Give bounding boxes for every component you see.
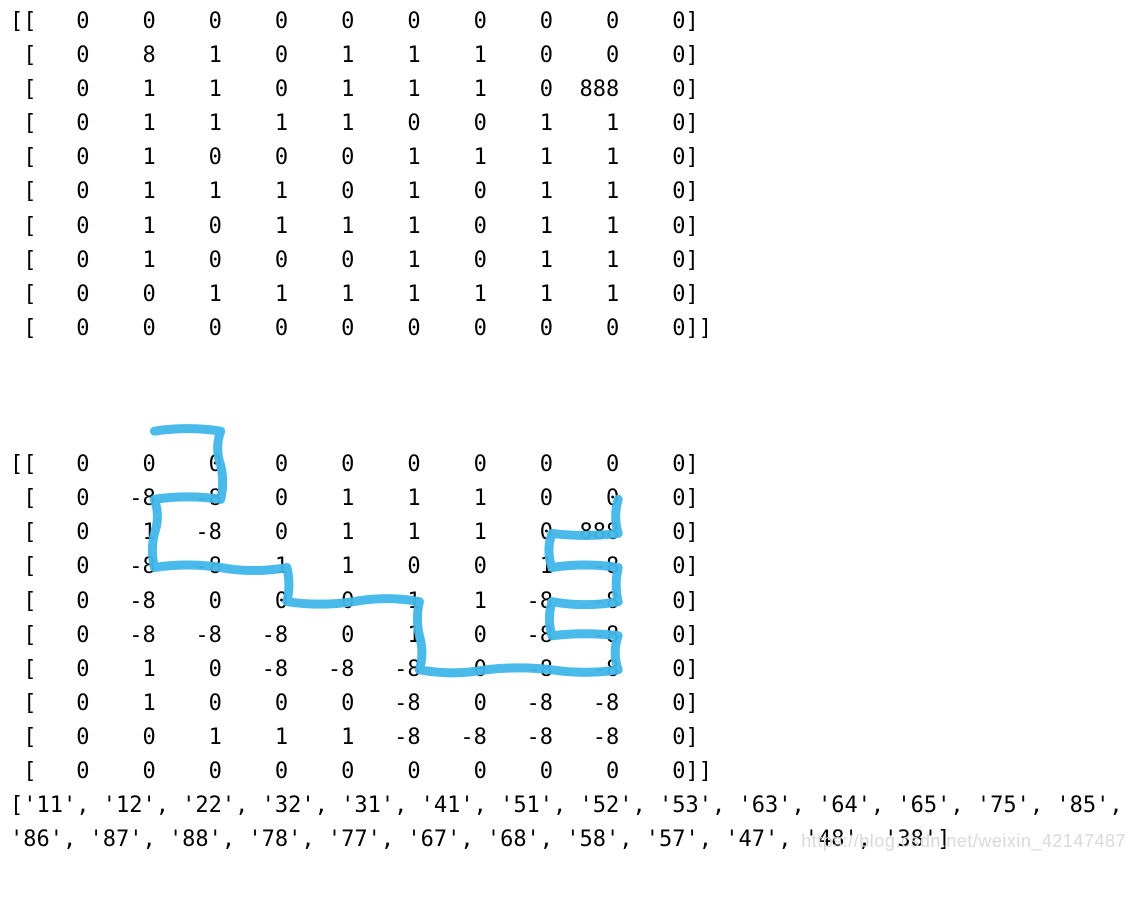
matrix-row: [ 0 1 1 1 1 0 0 1 1 0] — [10, 107, 1134, 141]
matrix-row: [ 0 1 0 1 1 1 0 1 1 0] — [10, 210, 1134, 244]
matrix-row: [ 0 1 0 0 0 1 0 1 1 0] — [10, 244, 1134, 278]
matrix-row: [[ 0 0 0 0 0 0 0 0 0 0] — [10, 5, 1134, 39]
matrix-1-output: [[ 0 0 0 0 0 0 0 0 0 0] [ 0 8 1 0 1 1 1 … — [10, 5, 1134, 346]
matrix-row: [ 0 1 0 -8 -8 -8 0 -8 -8 0] — [10, 653, 1134, 687]
matrix-row: [ 0 1 -8 0 1 1 1 0 888 0] — [10, 516, 1134, 550]
matrix-row: [ 0 1 1 0 1 1 1 0 888 0] — [10, 73, 1134, 107]
matrix-row: [ 0 1 1 1 0 1 0 1 1 0] — [10, 175, 1134, 209]
matrix-2-output: [[ 0 0 0 0 0 0 0 0 0 0] [ 0 -8 -8 0 1 1 … — [10, 380, 1134, 789]
matrix-row: [ 0 -8 -8 1 1 0 0 1 -8 0] — [10, 550, 1134, 584]
matrix-row: [[ 0 0 0 0 0 0 0 0 0 0] — [10, 448, 1134, 482]
matrix-row: [ 0 -8 -8 -8 0 1 0 -8 -8 0] — [10, 619, 1134, 653]
watermark-text: https://blog.csdn.net/weixin_42147487 — [801, 828, 1126, 856]
matrix-row: [ 0 0 1 1 1 1 1 1 1 0] — [10, 278, 1134, 312]
matrix-row: [ 0 0 0 0 0 0 0 0 0 0]] — [10, 312, 1134, 346]
matrix-row: [ 0 -8 0 0 0 1 1 -8 -8 0] — [10, 585, 1134, 619]
matrix-row: [ 0 1 0 0 0 1 1 1 1 0] — [10, 141, 1134, 175]
matrix-row: [ 0 0 0 0 0 0 0 0 0 0]] — [10, 755, 1134, 789]
matrix-row: [ 0 0 1 1 1 -8 -8 -8 -8 0] — [10, 721, 1134, 755]
matrix-row: [ 0 8 1 0 1 1 1 0 0 0] — [10, 39, 1134, 73]
matrix-row: [ 0 -8 -8 0 1 1 1 0 0 0] — [10, 482, 1134, 516]
matrix-row: [ 0 1 0 0 0 -8 0 -8 -8 0] — [10, 687, 1134, 721]
